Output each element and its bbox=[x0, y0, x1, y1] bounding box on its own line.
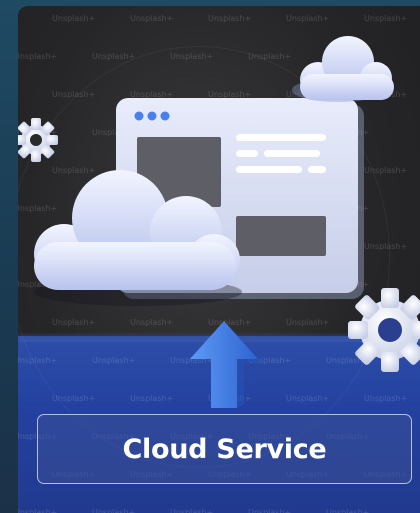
window-dot-icon bbox=[160, 111, 170, 121]
service-card[interactable]: Unsplash+ Unsplash+ Unsplash+ Unsplash+ Unsp… bbox=[18, 6, 420, 513]
page: Unsplash+ Unsplash+ Unsplash+ Unsplash+ Unsp… bbox=[0, 0, 420, 513]
upload-arrow-icon bbox=[190, 321, 262, 408]
window-text-line bbox=[236, 134, 326, 141]
window-text-line bbox=[236, 150, 258, 157]
window-text-line bbox=[308, 166, 326, 173]
card-title-box[interactable]: Cloud Service bbox=[37, 414, 412, 484]
window-dot-icon bbox=[134, 111, 144, 121]
gear-icon bbox=[18, 118, 58, 162]
gear-icon bbox=[348, 288, 420, 372]
window-text-line bbox=[264, 150, 320, 157]
window-text-line bbox=[236, 166, 302, 173]
window-image-block bbox=[236, 216, 326, 256]
card-title: Cloud Service bbox=[122, 433, 327, 465]
window-dot-icon bbox=[147, 111, 157, 121]
cloud-icon bbox=[292, 36, 394, 102]
